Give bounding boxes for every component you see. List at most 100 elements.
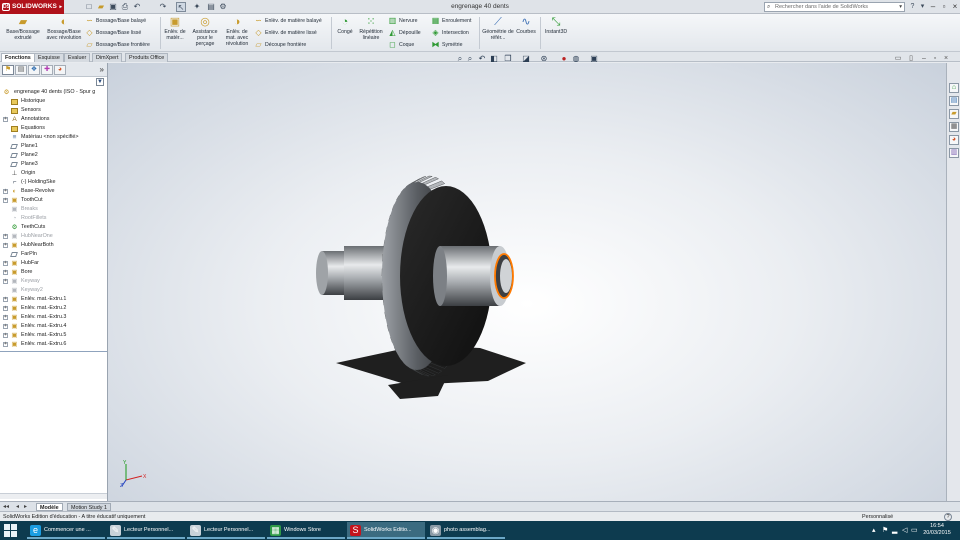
intersect-button[interactable]: ◈ Intersection [431, 28, 468, 38]
tab-office-products[interactable]: Produits Office [125, 53, 169, 62]
rib-button[interactable]: ▥ Nervure [388, 16, 418, 26]
tree-item[interactable]: Plane2 [0, 151, 107, 160]
expand-icon[interactable]: + [3, 117, 8, 122]
dimxpert-manager-tab-icon[interactable]: ✚ [41, 65, 53, 75]
tree-item[interactable]: ▣ Breaks [0, 205, 107, 214]
tab-motion-study[interactable]: Motion Study 1 [67, 503, 111, 511]
tree-item[interactable]: + A Annotations [0, 115, 107, 124]
taskbar-item[interactable]: ✎ Lecteur Personnel... [107, 522, 185, 539]
instant3d-button[interactable]: ⤡ Instant3D [542, 16, 570, 35]
expand-icon[interactable]: + [3, 243, 8, 248]
panel-expand-icon[interactable]: » [100, 65, 104, 75]
property-manager-tab-icon[interactable]: ▤ [15, 65, 27, 75]
tree-item[interactable]: + ▣ HubNearOne [0, 232, 107, 241]
design-library-icon[interactable]: ▤ [949, 96, 959, 106]
expand-icon[interactable]: + [3, 333, 8, 338]
tree-item[interactable]: ⊥ Origin [0, 169, 107, 178]
tree-item[interactable]: + ▣ Keyway [0, 277, 107, 286]
open-folder-icon[interactable]: ▰ [96, 2, 106, 12]
curves-button[interactable]: ∿ Courbes [514, 16, 538, 35]
tree-item[interactable]: ◔ RootFillets [0, 214, 107, 223]
rebuild-icon[interactable]: ✦ [192, 2, 202, 12]
wrap-button[interactable]: ▦ Enroulement [431, 16, 472, 26]
tree-root[interactable]: ⚙ engrenage 40 dents (ISO - Spur g [0, 88, 107, 97]
tree-item[interactable]: + ▣ Enlév. mat.-Extru.5 [0, 331, 107, 340]
first-tab-icon[interactable]: ◂◂ [3, 503, 9, 511]
revolved-boss-button[interactable]: ◐ Bossage/Base avec révolution [44, 16, 84, 41]
tab-features[interactable]: Fonctions [1, 53, 35, 62]
swept-cut-button[interactable]: ∽ Enlèv. de matière balayé [254, 16, 322, 26]
help-icon[interactable]: ? [908, 2, 917, 12]
tree-item[interactable]: Sensors [0, 106, 107, 115]
tree-item[interactable]: + ▣ ToothCut [0, 196, 107, 205]
display-manager-tab-icon[interactable]: ◕ [54, 65, 66, 75]
chevron-down-icon[interactable]: ▾ [899, 3, 902, 11]
restore-icon[interactable]: ▫ [939, 2, 949, 12]
feature-manager-tab-icon[interactable]: ⚑ [2, 65, 14, 75]
new-document-icon[interactable]: □ [84, 2, 94, 12]
options-icon[interactable]: ⚙ [218, 2, 228, 12]
file-properties-icon[interactable]: ▤ [206, 2, 216, 12]
status-help-icon[interactable]: ? [944, 513, 952, 521]
expand-icon[interactable]: + [3, 198, 8, 203]
custom-properties-icon[interactable]: ▥ [949, 148, 959, 158]
tree-item[interactable]: ⚙ TeethCuts [0, 223, 107, 232]
tree-item[interactable]: + ▣ HubNearBoth [0, 241, 107, 250]
battery-icon[interactable]: ▭ [911, 526, 918, 535]
tab-model[interactable]: Modèle [36, 503, 63, 511]
network-icon[interactable]: ▂ [892, 526, 897, 535]
expand-icon[interactable]: + [3, 189, 8, 194]
next-tab-icon[interactable]: ▸ [24, 503, 27, 511]
extruded-boss-button[interactable]: ▰ Base/Bossage extrudé [3, 16, 43, 41]
expand-icon[interactable]: + [3, 234, 8, 239]
tree-item[interactable]: + ▣ Enlév. mat.-Extru.1 [0, 295, 107, 304]
tree-item[interactable]: + ◐ Base-Revolve [0, 187, 107, 196]
taskbar-item[interactable]: ▦ Windows Store [267, 522, 345, 539]
file-explorer-icon[interactable]: ▰ [949, 109, 959, 119]
tree-item[interactable]: + ▣ Enlév. mat.-Extru.6 [0, 340, 107, 349]
save-icon[interactable]: ▣ [108, 2, 118, 12]
appearances-icon[interactable]: ◕ [949, 135, 959, 145]
tree-item[interactable]: FarPln [0, 250, 107, 259]
tree-item[interactable]: ≡ Matériau <non spécifié> [0, 133, 107, 142]
expand-icon[interactable]: + [3, 279, 8, 284]
taskbar-item[interactable]: e Commencer une ... [27, 522, 105, 539]
graphics-area[interactable]: X Y Z [108, 63, 946, 501]
fillet-button[interactable]: ◔ Congé [334, 16, 356, 35]
help-search-input[interactable]: ⌕ Rechercher dans l'aide de SolidWorks ▾ [764, 2, 905, 12]
help-menu-chevron-icon[interactable]: ▾ [918, 2, 927, 12]
reference-geometry-button[interactable]: ⟋ Géométrie de référ... [482, 16, 514, 41]
draft-button[interactable]: ◭ Dépouille [388, 28, 420, 38]
filter-icon[interactable]: ▼ [96, 78, 104, 86]
print-icon[interactable]: ⎙ [120, 2, 130, 12]
tree-item[interactable]: + ▣ Enlév. mat.-Extru.2 [0, 304, 107, 313]
expand-icon[interactable]: + [3, 342, 8, 347]
expand-icon[interactable]: + [3, 315, 8, 320]
solidworks-menu-button[interactable]: DS SOLIDWORKS ▸ [0, 0, 64, 14]
tree-item[interactable]: Plane1 [0, 142, 107, 151]
tray-expand-icon[interactable]: ▴ [872, 526, 876, 535]
tree-item[interactable]: + ▣ HubFar [0, 259, 107, 268]
taskbar-item[interactable]: ◉ photo assemblag... [427, 522, 505, 539]
close-icon[interactable]: × [950, 2, 960, 12]
volume-icon[interactable]: ◁ [902, 526, 907, 535]
lofted-cut-button[interactable]: ◇ Enlèv. de matière lissé [254, 28, 316, 38]
solidworks-resources-icon[interactable]: ⌂ [949, 83, 959, 93]
taskbar-item[interactable]: S SolidWorks Editio... [347, 522, 425, 539]
tab-evaluate[interactable]: Evaluer [64, 53, 91, 62]
view-palette-icon[interactable]: ▦ [949, 122, 959, 132]
clock[interactable]: 16:54 20/03/2015 [920, 523, 954, 537]
tree-item[interactable]: + ▣ Enlév. mat.-Extru.3 [0, 313, 107, 322]
tab-dimxpert[interactable]: DimXpert [92, 53, 123, 62]
hole-wizard-button[interactable]: ◎ Assistance pour le perçage [190, 16, 220, 47]
boundary-cut-button[interactable]: ▱ Découpe frontière [254, 40, 306, 50]
undo-icon[interactable]: ↶ [132, 2, 142, 12]
panel-scrollbar[interactable] [0, 493, 107, 499]
minimize-icon[interactable]: – [928, 2, 938, 12]
gear-model[interactable] [108, 63, 946, 501]
start-button[interactable] [4, 524, 18, 538]
tree-item[interactable]: Historique [0, 97, 107, 106]
shell-button[interactable]: ◻ Coque [388, 40, 414, 50]
mirror-button[interactable]: ⧓ Symétrie [431, 40, 463, 50]
boundary-boss-button[interactable]: ▱ Bossage/Base frontière [85, 40, 150, 50]
